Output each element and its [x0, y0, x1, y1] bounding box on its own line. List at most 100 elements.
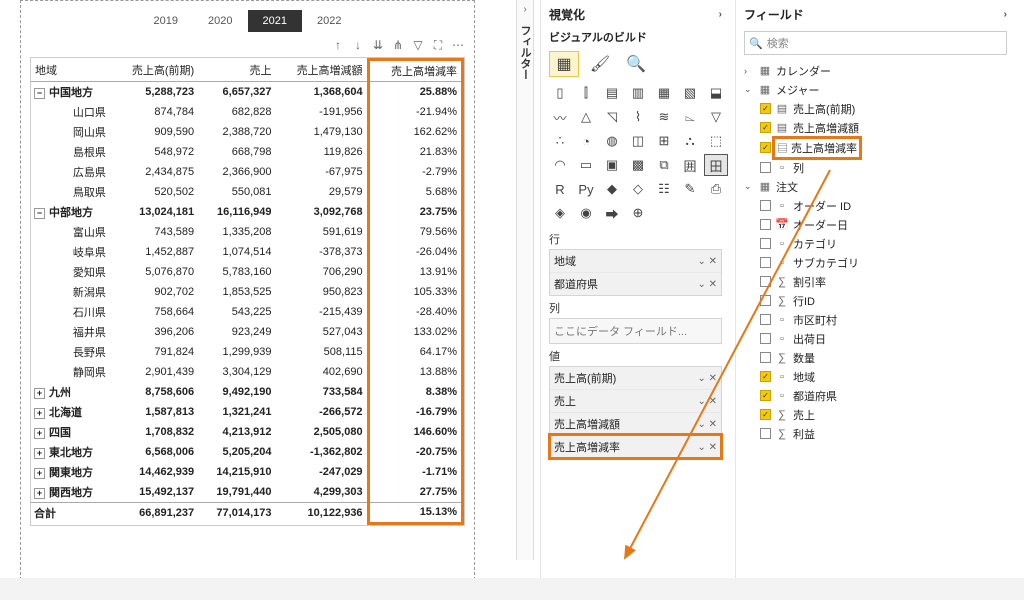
well-item-actions[interactable]: ⌄ ✕ — [697, 256, 717, 267]
row-header[interactable]: 愛知県 — [31, 262, 112, 282]
field-node[interactable]: ✓∑売上 — [744, 405, 1007, 424]
line-col-icon[interactable]: ⌇ — [627, 107, 649, 127]
cell[interactable]: 10,122,936 — [275, 503, 368, 524]
cell[interactable]: -1.71% — [368, 462, 462, 482]
table-icon[interactable]: 囲 — [679, 155, 701, 175]
row-header[interactable]: +九州 — [31, 382, 112, 402]
field-checkbox[interactable] — [760, 314, 771, 325]
cell[interactable]: 706,290 — [275, 262, 368, 282]
row-header[interactable]: 静岡県 — [31, 362, 112, 382]
cell[interactable]: 162.62% — [368, 122, 462, 142]
filters-pane-collapsed[interactable]: › フィルター — [516, 0, 534, 560]
row-header[interactable]: −中国地方 — [31, 82, 112, 103]
row-header[interactable]: +関東地方 — [31, 462, 112, 482]
expand-next-icon[interactable]: ⇊ — [371, 38, 385, 53]
cell[interactable]: 8.38% — [368, 382, 462, 402]
cell[interactable]: 13.88% — [368, 362, 462, 382]
kpi-icon[interactable]: ▩ — [627, 155, 649, 175]
cell[interactable]: 682,828 — [198, 102, 275, 122]
row-header[interactable]: −中部地方 — [31, 202, 112, 222]
row-header[interactable]: 長野県 — [31, 342, 112, 362]
column-header[interactable]: 地域 — [31, 60, 112, 82]
cell[interactable]: 119,826 — [275, 142, 368, 162]
row-header[interactable]: +北海道 — [31, 402, 112, 422]
cell[interactable]: 2,901,439 — [112, 362, 198, 382]
row-header[interactable]: 富山県 — [31, 222, 112, 242]
cell[interactable]: 874,784 — [112, 102, 198, 122]
automate-icon[interactable]: ⮕ — [601, 203, 623, 223]
row-header[interactable]: 岡山県 — [31, 122, 112, 142]
column-clustered-icon[interactable]: ⫿ — [575, 83, 597, 103]
expand-toggle[interactable]: − — [34, 88, 45, 99]
cell[interactable]: 19,791,440 — [198, 482, 275, 503]
field-checkbox[interactable]: ✓ — [760, 371, 771, 382]
bar-clustered-icon[interactable]: ▥ — [627, 83, 649, 103]
field-checkbox[interactable] — [760, 295, 771, 306]
cell[interactable]: 3,092,768 — [275, 202, 368, 222]
cell[interactable]: 508,115 — [275, 342, 368, 362]
cell[interactable]: -215,439 — [275, 302, 368, 322]
cell[interactable]: 758,664 — [112, 302, 198, 322]
field-checkbox[interactable] — [760, 200, 771, 211]
row-header[interactable]: 山口県 — [31, 102, 112, 122]
cell[interactable]: 14,462,939 — [112, 462, 198, 482]
columns-well[interactable]: ここにデータ フィールド... — [549, 318, 722, 344]
cell[interactable]: -16.79% — [368, 402, 462, 422]
well-item-actions[interactable]: ⌄ ✕ — [697, 396, 717, 407]
matrix-icon[interactable]: 田 — [705, 155, 727, 175]
field-node[interactable]: 📅オーダー日 — [744, 215, 1007, 234]
cell[interactable]: 27.75% — [368, 482, 462, 503]
cell[interactable]: 4,299,303 — [275, 482, 368, 503]
build-visual-tab[interactable]: ▦ — [549, 51, 579, 77]
values-well[interactable]: 売上高(前期)⌄ ✕売上⌄ ✕売上高増減額⌄ ✕売上高増減率⌄ ✕ — [549, 366, 722, 459]
cell[interactable]: -26.04% — [368, 242, 462, 262]
azure-map-icon[interactable]: ⬚ — [705, 131, 727, 151]
field-well-item[interactable]: 売上高増減率⌄ ✕ — [550, 435, 721, 458]
table-node[interactable]: ›▦カレンダー — [744, 61, 1007, 80]
cell[interactable]: -21.94% — [368, 102, 462, 122]
cell[interactable]: 1,335,208 — [198, 222, 275, 242]
area-icon[interactable]: △ — [575, 107, 597, 127]
cell[interactable]: 105.33% — [368, 282, 462, 302]
cell[interactable]: 6,657,327 — [198, 82, 275, 103]
blank2-icon[interactable] — [679, 203, 701, 223]
cell[interactable]: 2,434,875 — [112, 162, 198, 182]
key-influencer-icon[interactable]: ◆ — [601, 179, 623, 199]
ribbon-icon[interactable]: ≋ — [653, 107, 675, 127]
cell[interactable]: 13.91% — [368, 262, 462, 282]
year-tab-2022[interactable]: 2022 — [302, 10, 356, 32]
chevron-right-icon[interactable]: › — [1004, 9, 1007, 20]
multi-card-icon[interactable]: ▣ — [601, 155, 623, 175]
row-header[interactable]: 広島県 — [31, 162, 112, 182]
get-more-icon[interactable]: ⊕ — [627, 203, 649, 223]
paginated-icon[interactable]: ⎙ — [705, 179, 727, 199]
cell[interactable]: 15.13% — [368, 503, 462, 524]
cell[interactable]: 64.17% — [368, 342, 462, 362]
well-item-actions[interactable]: ⌄ ✕ — [697, 279, 717, 290]
field-checkbox[interactable] — [760, 276, 771, 287]
cell[interactable]: -67,975 — [275, 162, 368, 182]
fields-search[interactable]: 🔍 検索 — [744, 31, 1007, 55]
cell[interactable]: 1,479,130 — [275, 122, 368, 142]
column-stacked-icon[interactable]: ▯ — [549, 83, 571, 103]
cell[interactable]: 520,502 — [112, 182, 198, 202]
arcgis-icon[interactable]: ◈ — [549, 203, 571, 223]
field-checkbox[interactable]: ✓ — [760, 409, 771, 420]
cell[interactable]: -2.79% — [368, 162, 462, 182]
year-tab-2021[interactable]: 2021 — [248, 10, 302, 32]
r-icon[interactable]: R — [549, 179, 571, 199]
area-stacked-icon[interactable]: ◹ — [601, 107, 623, 127]
field-node[interactable]: ✓▤売上高(前期) — [744, 99, 1007, 118]
slicer-icon[interactable]: ⧉ — [653, 155, 675, 175]
expand-hierarchy-icon[interactable]: ⋔ — [391, 38, 405, 53]
field-checkbox[interactable]: ✓ — [760, 390, 771, 401]
filter-icon[interactable]: ▽ — [411, 38, 425, 53]
cell[interactable]: 146.60% — [368, 422, 462, 442]
drill-down-icon[interactable]: ↓ — [351, 38, 365, 53]
analytics-tab[interactable]: 🔍 — [621, 51, 651, 77]
cell[interactable]: 2,366,900 — [198, 162, 275, 182]
expand-toggle[interactable]: + — [34, 408, 45, 419]
cell[interactable]: 15,492,137 — [112, 482, 198, 503]
row-header[interactable]: +四国 — [31, 422, 112, 442]
row-header[interactable]: 島根県 — [31, 142, 112, 162]
